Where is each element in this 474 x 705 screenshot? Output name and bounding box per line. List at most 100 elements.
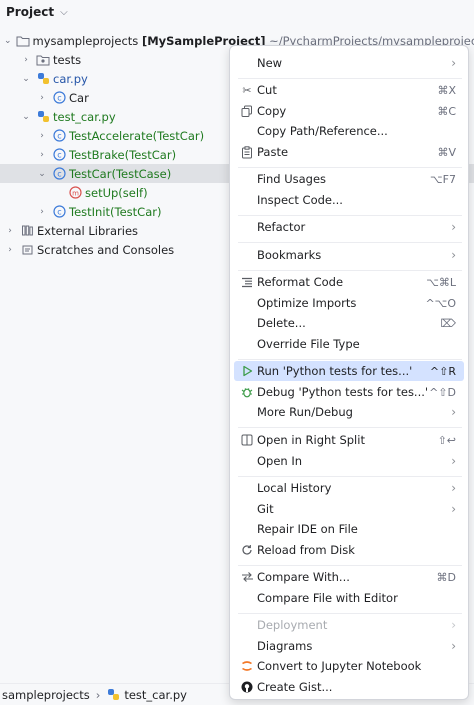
menu-separator [238,270,462,271]
submenu-arrow-icon: › [451,248,456,262]
menu-item-optimize-imports[interactable]: Optimize Imports ^⌥O [234,293,464,313]
menu-item-copy-path[interactable]: Copy Path/Reference... [234,121,464,141]
jupyter-icon [237,660,257,672]
submenu-arrow-icon: › [451,220,456,234]
compare-arrows-icon [237,571,257,583]
car-py-name: car.py [53,71,88,86]
root-folder-name: mysampleprojects [32,33,139,48]
test-car-py-name: test_car.py [53,109,116,124]
menu-item-diagrams[interactable]: Diagrams › [234,636,464,656]
menu-separator [238,215,462,216]
breadcrumb-file[interactable]: test_car.py [124,688,187,702]
collapsed-arrow-icon[interactable]: › [4,226,16,236]
menu-item-override-file-type[interactable]: Override File Type [234,334,464,354]
folder-icon [16,34,30,48]
menu-item-convert-jupyter[interactable]: Convert to Jupyter Notebook [234,656,464,676]
menu-item-more-run-debug[interactable]: More Run/Debug › [234,402,464,422]
chevron-down-icon[interactable]: ⌵ [60,7,68,18]
menu-item-local-history[interactable]: Local History › [234,478,464,498]
expanded-arrow-icon[interactable]: ⌄ [20,112,32,122]
project-panel-header: Project ⌵ [0,0,474,24]
svg-text:c: c [57,94,61,103]
class-icon: c [52,148,66,162]
collapsed-arrow-icon[interactable]: › [20,55,32,65]
breadcrumb-project[interactable]: sampleprojects [2,688,90,702]
setup-method-name: setUp(self) [85,185,148,200]
test-car-case-name: TestCar(TestCase) [69,166,172,181]
github-icon [237,681,257,693]
collapsed-arrow-icon[interactable]: › [4,245,16,255]
submenu-arrow-icon: › [451,454,456,468]
menu-item-reformat-code[interactable]: Reformat Code ⌥⌘L [234,272,464,292]
library-icon [20,224,34,238]
tests-folder-name: tests [53,52,82,67]
test-init-name: TestInit(TestCar) [69,204,162,219]
menu-item-bookmarks[interactable]: Bookmarks › [234,245,464,265]
menu-separator [238,167,462,168]
expanded-arrow-icon[interactable]: ⌄ [4,36,12,46]
menu-item-copy[interactable]: Copy ⌘C [234,101,464,121]
scratches-name: Scratches and Consoles [37,242,175,257]
collapsed-arrow-icon[interactable]: › [36,207,48,217]
menu-item-cut[interactable]: ✂ Cut ⌘X [234,80,464,100]
scratches-icon [20,243,34,257]
svg-text:c: c [57,151,61,160]
submenu-arrow-icon: › [451,481,456,495]
menu-separator [238,427,462,428]
panel-title[interactable]: Project [6,5,54,19]
menu-separator [238,476,462,477]
menu-item-repair-ide[interactable]: Repair IDE on File [234,519,464,539]
submenu-arrow-icon: › [451,502,456,516]
reformat-icon [237,277,257,288]
menu-separator [238,242,462,243]
expanded-arrow-icon[interactable]: ⌄ [20,74,32,84]
svg-text:m: m [72,189,79,197]
menu-item-new[interactable]: New › [234,53,464,73]
menu-item-create-gist[interactable]: Create Gist... [234,677,464,697]
menu-item-deployment[interactable]: Deployment › [234,615,464,635]
svg-text:c: c [57,208,61,217]
copy-icon [237,105,257,117]
svg-text:c: c [57,170,61,179]
reload-icon [237,544,257,556]
menu-separator [238,78,462,79]
test-accelerate-name: TestAccelerate(TestCar) [69,128,205,143]
svg-text:c: c [57,132,61,141]
method-icon: m [68,186,82,200]
menu-item-git[interactable]: Git › [234,499,464,519]
python-file-icon [106,688,120,702]
submenu-arrow-icon: › [451,56,456,70]
class-icon: c [52,167,66,181]
menu-separator [238,359,462,360]
menu-item-open-in[interactable]: Open In › [234,451,464,471]
collapsed-arrow-icon[interactable]: › [36,93,48,103]
submenu-arrow-icon: › [451,405,456,419]
debug-bug-icon [237,386,257,398]
run-icon [237,365,257,377]
class-icon: c [52,129,66,143]
external-libraries-name: External Libraries [37,223,139,238]
menu-item-open-right-split[interactable]: Open in Right Split ⇧↩ [234,430,464,450]
class-icon: c [52,91,66,105]
menu-item-reload-from-disk[interactable]: Reload from Disk [234,540,464,560]
submenu-arrow-icon: › [451,618,456,632]
submenu-arrow-icon: › [451,639,456,653]
collapsed-arrow-icon[interactable]: › [36,150,48,160]
menu-item-inspect-code[interactable]: Inspect Code... [234,190,464,210]
menu-separator [238,565,462,566]
test-brake-name: TestBrake(TestCar) [69,147,177,162]
menu-item-compare-with[interactable]: Compare With... ⌘D [234,567,464,587]
python-file-icon [36,110,50,124]
python-file-icon [36,72,50,86]
split-view-icon [237,434,257,446]
menu-item-paste[interactable]: Paste ⌘V [234,142,464,162]
menu-item-debug-tests[interactable]: Debug 'Python tests for tes...' ^⇧D [234,382,464,402]
menu-item-refactor[interactable]: Refactor › [234,217,464,237]
menu-item-find-usages[interactable]: Find Usages ⌥F7 [234,169,464,189]
expanded-arrow-icon[interactable]: ⌄ [36,169,48,179]
collapsed-arrow-icon[interactable]: › [36,131,48,141]
menu-item-delete[interactable]: Delete... ⌦ [234,313,464,333]
class-icon: c [52,205,66,219]
menu-item-run-tests[interactable]: Run 'Python tests for tes...' ^⇧R [234,361,464,381]
menu-item-compare-with-editor[interactable]: Compare File with Editor [234,588,464,608]
